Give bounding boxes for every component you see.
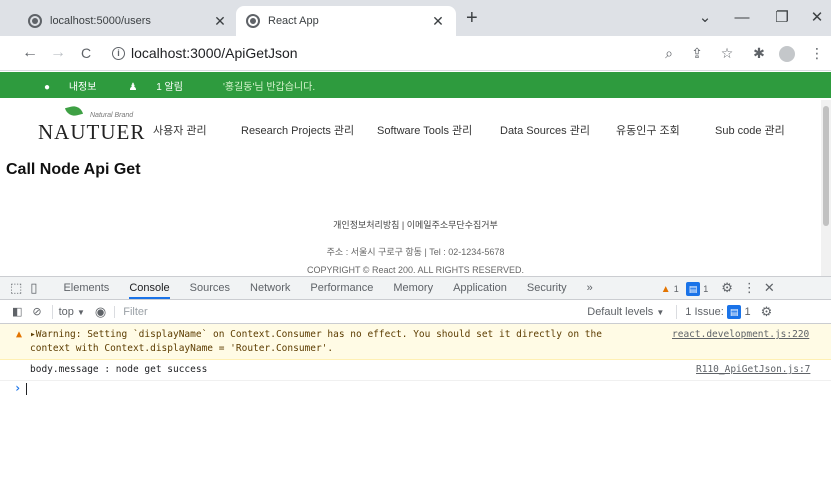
nav-data-sources[interactable]: Data Sources 관리 xyxy=(500,122,590,138)
warning-source-link[interactable]: react.development.js:220 xyxy=(672,329,809,340)
globe-icon xyxy=(28,14,42,28)
user-icon: ● xyxy=(44,81,51,93)
profile-link-label: 내정보 xyxy=(68,81,97,93)
devtools-tab-memory[interactable]: Memory xyxy=(393,282,433,294)
nav-user-admin[interactable]: 사용자 관리 xyxy=(153,122,207,138)
window-close-button[interactable]: ✕ xyxy=(797,6,831,30)
message-count: 1 xyxy=(703,283,709,294)
eye-icon[interactable]: ◉ xyxy=(95,304,106,320)
warning-count: 1 xyxy=(673,283,679,294)
info-icon[interactable]: i xyxy=(112,46,125,60)
restore-button[interactable]: ❐ xyxy=(762,6,802,30)
logo-tagline: Natural Brand xyxy=(90,112,134,119)
dropdown-arrow-icon: ▼ xyxy=(76,307,85,317)
context-label: top xyxy=(58,305,74,318)
console-warning-message[interactable]: ▲ ▸Warning: Setting `displayName` on Con… xyxy=(0,324,831,360)
issues-count: 1 xyxy=(744,305,751,318)
browser-tab-react-app[interactable]: React App ✕ xyxy=(236,6,456,36)
devtools-tab-elements[interactable]: Elements xyxy=(63,282,109,294)
share-icon[interactable]: ⇪ xyxy=(686,42,708,64)
filter-input[interactable]: Filter xyxy=(114,305,583,318)
devtools-tab-sources[interactable]: Sources xyxy=(190,282,230,294)
console-settings-gear-icon[interactable]: ⚙ xyxy=(761,304,773,320)
site-top-bar: ● 내정보 ♟ 1 알림 '홍길동'님 반갑습니다. xyxy=(0,72,831,98)
warning-icon: ▲ xyxy=(16,329,23,340)
devtools-tab-network[interactable]: Network xyxy=(250,282,290,294)
tab-title: React App xyxy=(268,15,319,27)
devtools-tab-console[interactable]: Console xyxy=(129,282,170,299)
close-devtools-icon[interactable]: ✕ xyxy=(764,280,775,296)
profile-link[interactable]: ● 내정보 xyxy=(44,78,112,93)
console-prompt-icon: › xyxy=(14,381,22,395)
dropdown-arrow-icon: ▼ xyxy=(656,307,665,317)
devtools-tab-performance[interactable]: Performance xyxy=(310,282,373,294)
site-logo[interactable]: NAUTUER xyxy=(38,120,145,145)
browser-toolbar: ← → C i localhost:3000/ApiGetJson ⌕ ⇪ ☆ … xyxy=(0,36,831,71)
page-title: Call Node Api Get xyxy=(6,161,141,178)
new-tab-button[interactable]: + xyxy=(466,6,478,30)
tab-title: localhost:5000/users xyxy=(50,15,151,27)
console-input[interactable] xyxy=(24,380,824,480)
console-log-message[interactable]: body.message : node get success R110_Api… xyxy=(0,360,831,381)
welcome-text: '홍길동'님 반갑습니다. xyxy=(222,81,316,93)
warning-text-line2: context with Context.displayName = 'Rout… xyxy=(30,343,334,354)
scrollbar-thumb[interactable] xyxy=(823,106,829,226)
log-source-link[interactable]: R110_ApiGetJson.js:7 xyxy=(696,364,810,375)
inspect-element-icon[interactable]: ⬚ xyxy=(10,280,22,296)
leaf-logo-icon xyxy=(64,104,84,118)
message-icon: ▤ xyxy=(685,281,701,296)
url-text: localhost:3000/ApiGetJson xyxy=(131,45,298,61)
page-scrollbar[interactable] xyxy=(821,100,831,276)
nav-research-projects[interactable]: Research Projects 관리 xyxy=(241,122,354,138)
more-tabs-button[interactable]: » xyxy=(587,282,593,294)
nav-floating-population[interactable]: 유동인구 조회 xyxy=(616,122,680,138)
message-counter[interactable]: ▤ 1 xyxy=(685,281,712,296)
browser-tab-strip: localhost:5000/users ✕ React App ✕ + ⌄ —… xyxy=(0,0,831,36)
footer-copyright: COPYRIGHT © React 200. ALL RIGHTS RESERV… xyxy=(306,265,525,275)
close-tab-icon[interactable]: ✕ xyxy=(212,13,228,30)
log-text: body.message : node get success xyxy=(30,364,208,375)
address-bar[interactable]: i localhost:3000/ApiGetJson xyxy=(102,40,710,66)
globe-icon xyxy=(246,14,260,28)
extensions-icon[interactable]: ✱ xyxy=(748,42,770,64)
issues-label: 1 Issue: xyxy=(685,305,724,318)
profile-avatar[interactable] xyxy=(776,42,798,64)
devtools-tab-security[interactable]: Security xyxy=(527,282,567,294)
menu-kebab-icon[interactable]: ⋮ xyxy=(806,42,828,64)
minimize-button[interactable]: — xyxy=(722,6,762,30)
forward-button[interactable]: → xyxy=(46,40,70,66)
devtools-tab-bar: ⬚ ▯ Elements Console Sources Network Per… xyxy=(0,276,831,300)
device-toolbar-icon[interactable]: ▯ xyxy=(30,280,37,296)
settings-gear-icon[interactable]: ⚙ xyxy=(721,280,733,296)
footer-address: 주소 : 서울시 구로구 항동 | Tel : 02-1234-5678 xyxy=(326,247,505,257)
devtools-tab-application[interactable]: Application xyxy=(453,282,507,294)
close-tab-icon[interactable]: ✕ xyxy=(430,13,446,30)
warning-icon: ▲ xyxy=(660,283,671,295)
context-selector[interactable]: top ▼ xyxy=(59,306,85,318)
nav-software-tools[interactable]: Software Tools 관리 xyxy=(377,122,472,138)
console-toolbar: ◧ ⊘ top ▼ ◉ Filter Default levels ▼ 1 Is… xyxy=(0,300,831,324)
devtools-menu-icon[interactable]: ⋮ xyxy=(743,280,756,296)
log-levels-dropdown[interactable]: Default levels ▼ xyxy=(587,306,664,318)
zoom-icon[interactable]: ⌕ xyxy=(658,42,680,64)
back-button[interactable]: ← xyxy=(18,40,42,66)
issues-icon: ▤ xyxy=(726,304,742,319)
footer-links[interactable]: 개인정보처리방침 | 이메일주소무단수집거부 xyxy=(0,218,831,231)
clear-console-icon[interactable]: ⊘ xyxy=(32,305,41,318)
sidebar-toggle-icon[interactable]: ◧ xyxy=(12,305,22,318)
bell-icon: ♟ xyxy=(128,81,138,93)
browser-tab-users[interactable]: localhost:5000/users ✕ xyxy=(18,6,238,36)
alerts-link[interactable]: ♟ 1 알림 xyxy=(128,78,199,93)
warning-counter[interactable]: ▲ 1 xyxy=(661,281,682,296)
issues-button[interactable]: 1 Issue: ▤ 1 xyxy=(676,304,751,319)
divider xyxy=(51,304,53,319)
warning-text-line1: ▸Warning: Setting `displayName` on Conte… xyxy=(30,329,602,340)
log-levels-label: Default levels xyxy=(587,305,654,318)
reload-button[interactable]: C xyxy=(74,40,98,66)
nav-sub-code[interactable]: Sub code 관리 xyxy=(715,122,785,138)
bookmark-star-icon[interactable]: ☆ xyxy=(716,42,738,64)
tab-search-icon[interactable]: ⌄ xyxy=(685,6,725,30)
alerts-link-label: 1 알림 xyxy=(156,81,183,93)
